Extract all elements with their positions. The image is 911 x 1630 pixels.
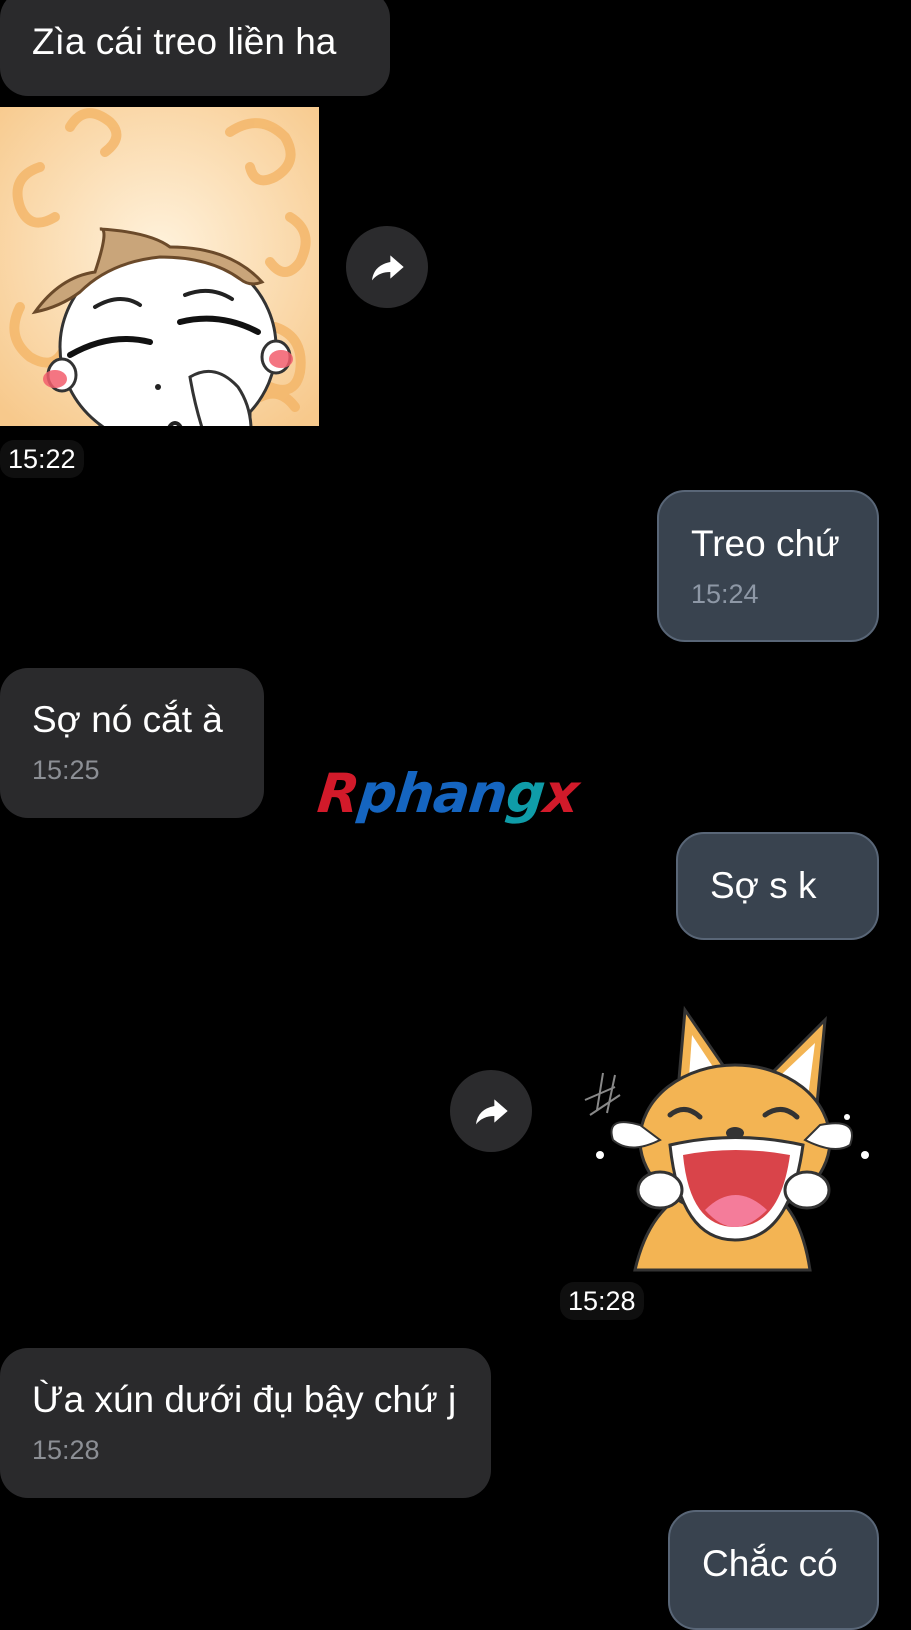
message-timestamp: 15:24 xyxy=(691,579,759,609)
message-bubble-incoming[interactable]: Ừa xún dưới đụ bậy chứ j 15:28 xyxy=(0,1348,491,1498)
forward-arrow-icon xyxy=(476,1099,508,1125)
message-timestamp: 15:28 xyxy=(32,1435,100,1465)
message-text: Treo chứ xyxy=(691,523,840,564)
message-bubble-incoming[interactable]: Sợ nó cắt à 15:25 xyxy=(0,668,264,818)
forward-button[interactable] xyxy=(450,1070,532,1152)
sticker-timestamp: 15:22 xyxy=(0,440,84,478)
message-text: Sợ nó cắt à xyxy=(32,699,223,740)
message-text: Zìa cái treo liền ha xyxy=(32,21,337,62)
forward-arrow-icon xyxy=(372,255,404,281)
blushing-boy-sticker xyxy=(0,107,319,485)
laughing-fox-sticker xyxy=(584,1005,869,1272)
message-bubble-outgoing[interactable]: Sợ s k xyxy=(676,832,879,940)
message-timestamp: 15:25 xyxy=(32,755,100,785)
watermark-logo: Rphangx xyxy=(314,762,582,825)
sticker-message-outgoing[interactable] xyxy=(575,1005,875,1275)
message-text: Chắc có xyxy=(702,1543,838,1584)
forward-button[interactable] xyxy=(346,226,428,308)
sticker-message-incoming[interactable] xyxy=(0,107,319,485)
message-bubble-outgoing[interactable]: Chắc có xyxy=(668,1510,879,1630)
message-text: Sợ s k xyxy=(710,865,817,906)
sticker-timestamp: 15:28 xyxy=(560,1282,644,1320)
message-bubble-outgoing[interactable]: Treo chứ 15:24 xyxy=(657,490,879,642)
message-bubble-incoming[interactable]: Zìa cái treo liền ha xyxy=(0,0,390,96)
message-text: Ừa xún dưới đụ bậy chứ j xyxy=(32,1379,457,1420)
